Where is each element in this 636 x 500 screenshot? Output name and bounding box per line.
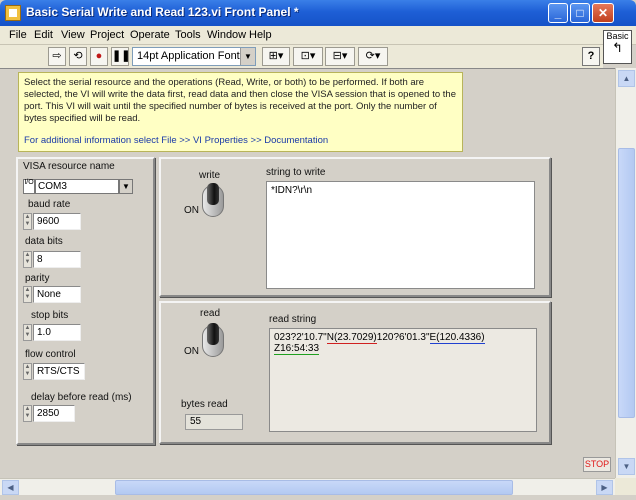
stop-bits-value[interactable]: 1.0 xyxy=(33,324,81,341)
read-string-mid: 120?6'01.3" xyxy=(376,332,430,343)
delay-value[interactable]: 2850 xyxy=(33,405,75,422)
read-on-label: ON xyxy=(184,346,199,357)
chevron-down-icon[interactable]: ▼ xyxy=(119,179,133,194)
visa-resource-control[interactable]: I/O COM3 ▼ xyxy=(23,179,133,194)
vertical-scrollbar[interactable]: ▲ ▼ xyxy=(615,68,636,478)
read-toggle-label: read xyxy=(200,308,221,319)
toolbar: ⇨ ⟲ ● ❚❚ 14pt Application Font ▼ ⊞▾ ⊡▾ ⊟… xyxy=(0,45,603,68)
toggle-lever[interactable] xyxy=(207,323,219,345)
increment-decrement-icon[interactable]: ▲ ▼ xyxy=(23,213,32,230)
menu-file[interactable]: File xyxy=(9,29,27,41)
increment-decrement-icon[interactable]: ▲ ▼ xyxy=(23,324,32,341)
scroll-down-icon[interactable]: ▼ xyxy=(618,458,635,475)
string-to-write-label: string to write xyxy=(266,167,326,178)
run-continuously-icon[interactable]: ⟲ xyxy=(69,47,87,66)
connector-glyph-icon: ↰ xyxy=(612,40,623,55)
description-text: Select the serial resource and the opera… xyxy=(24,77,456,124)
visa-io-icon: I/O xyxy=(23,179,35,194)
documentation-hint: For additional information select File >… xyxy=(24,135,329,146)
vi-connector-icon[interactable]: Basic ↰ xyxy=(603,30,632,64)
context-help-button[interactable]: ? xyxy=(582,47,600,66)
write-on-label: ON xyxy=(184,205,199,216)
window-title: Basic Serial Write and Read 123.vi Front… xyxy=(26,5,299,19)
scroll-up-icon[interactable]: ▲ xyxy=(618,70,635,87)
align-objects-icon[interactable]: ⊞▾ xyxy=(262,47,290,66)
parity-value[interactable]: None xyxy=(33,286,81,303)
menu-view[interactable]: View xyxy=(61,29,85,41)
visa-resource-label: VISA resource name xyxy=(23,161,115,172)
stop-bits-label: stop bits xyxy=(31,310,69,321)
chevron-down-icon: ▼ xyxy=(240,48,255,65)
menu-operate[interactable]: Operate xyxy=(130,29,170,41)
resize-objects-icon[interactable]: ⊟▾ xyxy=(325,47,355,66)
labview-vi-icon xyxy=(5,5,21,21)
visa-resource-value: COM3 xyxy=(35,179,119,194)
read-string-prefix: 023?2'10.7" xyxy=(274,332,327,343)
resize-grip-icon[interactable] xyxy=(615,478,636,495)
delay-label: delay before read (ms) xyxy=(31,392,132,403)
stop-button[interactable]: STOP xyxy=(583,457,611,472)
menu-tools[interactable]: Tools xyxy=(175,29,201,41)
read-string-label: read string xyxy=(269,314,317,325)
scroll-right-icon[interactable]: ▶ xyxy=(596,480,613,495)
data-bits-value[interactable]: 8 xyxy=(33,251,81,268)
horizontal-scrollbar[interactable]: ◀ ▶ xyxy=(0,478,615,495)
pause-icon[interactable]: ❚❚ xyxy=(111,47,130,66)
menu-project[interactable]: Project xyxy=(90,29,124,41)
read-string-time: Z16:54:33 xyxy=(274,343,320,355)
description-box: Select the serial resource and the opera… xyxy=(18,72,463,152)
increment-decrement-icon[interactable]: ▲ ▼ xyxy=(23,251,32,268)
close-button[interactable]: ✕ xyxy=(592,3,614,23)
string-to-write-input[interactable]: *IDN?\r\n xyxy=(266,181,535,289)
font-select-label: 14pt Application Font xyxy=(137,50,240,62)
menu-window[interactable]: Window xyxy=(207,29,246,41)
flow-control-label: flow control xyxy=(25,349,76,360)
title-bar: Basic Serial Write and Read 123.vi Front… xyxy=(0,0,636,26)
menu-edit[interactable]: Edit xyxy=(34,29,53,41)
font-select[interactable]: 14pt Application Font ▼ xyxy=(132,47,256,66)
reorder-icon[interactable]: ⟳▾ xyxy=(358,47,388,66)
run-arrow-icon[interactable]: ⇨ xyxy=(48,47,66,66)
minimize-button[interactable]: _ xyxy=(548,3,568,23)
horizontal-scroll-thumb[interactable] xyxy=(115,480,513,495)
increment-decrement-icon[interactable]: ▲ ▼ xyxy=(23,363,32,380)
read-string-north: N(23.7029) xyxy=(326,332,377,344)
bytes-read-indicator: 55 xyxy=(185,414,243,430)
baud-rate-value[interactable]: 9600 xyxy=(33,213,81,230)
read-string-indicator: 023?2'10.7"N(23.7029)120?6'01.3"E(120.43… xyxy=(269,328,537,432)
write-toggle-label: write xyxy=(199,170,221,181)
increment-decrement-icon[interactable]: ▲ ▼ xyxy=(23,286,32,303)
read-string-east: E(120.4336) xyxy=(429,332,485,344)
distribute-objects-icon[interactable]: ⊡▾ xyxy=(293,47,323,66)
read-toggle-switch[interactable] xyxy=(202,323,224,359)
menu-bar: File Edit View Project Operate Tools Win… xyxy=(0,26,636,45)
baud-rate-label: baud rate xyxy=(28,199,71,210)
data-bits-label: data bits xyxy=(25,236,63,247)
bytes-read-label: bytes read xyxy=(181,399,228,410)
abort-icon[interactable]: ● xyxy=(90,47,108,66)
increment-decrement-icon[interactable]: ▲ ▼ xyxy=(23,405,32,422)
toggle-lever[interactable] xyxy=(207,183,219,205)
menu-help[interactable]: Help xyxy=(249,29,272,41)
vertical-scroll-thumb[interactable] xyxy=(618,148,635,418)
flow-control-value[interactable]: RTS/CTS xyxy=(33,363,85,380)
parity-label: parity xyxy=(25,273,50,284)
scroll-left-icon[interactable]: ◀ xyxy=(2,480,19,495)
write-toggle-switch[interactable] xyxy=(202,183,224,219)
maximize-button[interactable]: □ xyxy=(570,3,590,23)
